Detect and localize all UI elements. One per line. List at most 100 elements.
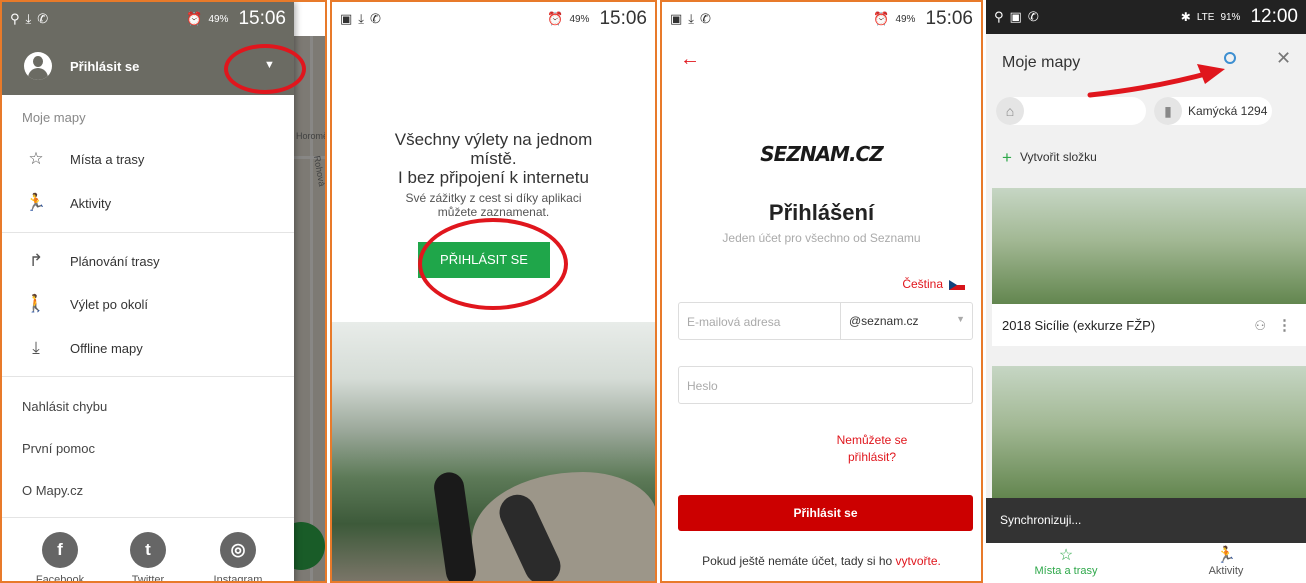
runner-icon: 🏃 (1216, 547, 1236, 564)
call-icon: ✆ (700, 11, 711, 27)
password-field[interactable]: Heslo (678, 366, 973, 404)
menu-item-places[interactable]: ☆ Místa a trasy (2, 137, 294, 181)
chevron-down-icon: ▼ (956, 314, 965, 324)
divider (2, 376, 294, 377)
more-options-icon[interactable]: ⋮ (1277, 316, 1292, 334)
plus-icon: + (1002, 148, 1012, 167)
alarm-icon: ⏰ (547, 11, 564, 27)
group-icon[interactable]: ⚇ (1254, 318, 1266, 334)
highlight-circle (418, 218, 568, 310)
route-icon: ↱ (28, 251, 44, 270)
briefcase-icon: ▮ (1154, 97, 1182, 125)
call-icon: ✆ (370, 11, 381, 27)
home-icon: ⌂ (996, 97, 1024, 125)
scrim[interactable] (290, 36, 325, 581)
nav-places[interactable]: ☆ Místa a trasy (986, 543, 1146, 583)
status-time: 15:06 (238, 8, 286, 29)
download-status-icon: ⤓ (25, 11, 32, 27)
menu-item-activities[interactable]: 🏃 Aktivity (2, 181, 294, 225)
avatar[interactable] (24, 52, 52, 80)
status-time: 12:00 (1250, 6, 1298, 27)
social-label: Twitter (131, 574, 165, 583)
star-icon: ☆ (1058, 547, 1074, 564)
work-chip[interactable]: ▮ Kamýcká 1294 (1154, 97, 1272, 125)
status-bar: ⚲ ⤓ ✆ ⏰ 49% 15:06 (2, 2, 294, 36)
headline-line: Všechny výlety na jednom (394, 130, 593, 149)
menu-item-route-planning[interactable]: ↱ Plánování trasy (2, 239, 294, 283)
divider (2, 232, 294, 233)
menu-item-offline-maps[interactable]: ⤓ Offline mapy (2, 326, 294, 370)
seznam-logo: SEZNAM.CZ (760, 142, 883, 166)
work-address: Kamýcká 1294 (1188, 104, 1268, 118)
first-aid-link[interactable]: První pomoc (22, 441, 95, 456)
menu-item-label: Offline mapy (70, 340, 143, 356)
forgot-line: přihlásit? (847, 450, 897, 464)
create-folder-label: Vytvořit složku (1019, 150, 1097, 165)
create-folder-button[interactable]: + Vytvořit složku (1002, 148, 1097, 168)
menu-item-nearby-trip[interactable]: 🚶 Výlet po okolí (2, 282, 294, 326)
map-card[interactable]: 2018 Sicílie (exkurze FŽP) ⚇ ⋮ (992, 188, 1306, 346)
page-title: Moje mapy (1002, 54, 1081, 71)
forgot-line: Nemůžete se (836, 433, 908, 447)
page-subtitle: Jeden účet pro všechno od Seznamu (722, 231, 921, 245)
card-thumbnail (992, 366, 1306, 498)
about-link[interactable]: O Mapy.cz (22, 483, 83, 498)
register-text: Pokud ještě nemáte účet, tady si ho (702, 554, 893, 568)
report-bug-link[interactable]: Nahlásit chybu (22, 399, 107, 414)
status-bar: ⚲ ▣ ✆ ✱ LTE 91% 12:00 (986, 0, 1306, 34)
domain-value: @seznam.cz (849, 314, 919, 328)
runner-icon: 🏃 (25, 193, 47, 212)
nav-activities[interactable]: 🏃 Aktivity (1146, 543, 1306, 583)
social-label: Facebook (35, 574, 85, 583)
battery-level: 91% (1220, 11, 1241, 23)
login-panel: ▣ ⤓ ✆ ⏰ 49% 15:06 ← SEZNAM.CZ Přihlášení… (660, 0, 983, 583)
menu-panel: Horomě Rohová ⚲ ⤓ ✆ ⏰ 49% 15:06 Přihlási… (0, 0, 327, 583)
alarm-icon: ⏰ (186, 11, 203, 27)
back-arrow-icon[interactable]: ← (680, 48, 700, 71)
instagram-icon: ◎ (220, 532, 256, 568)
twitter-link[interactable]: t Twitter (108, 532, 188, 583)
instagram-link[interactable]: ◎ Instagram (198, 532, 278, 583)
page-title: Přihlášení (768, 200, 875, 225)
headline-line: I bez připojení k internetu (398, 168, 589, 187)
czech-flag-icon (949, 279, 965, 290)
twitter-icon: t (130, 532, 166, 568)
language-selector[interactable]: Čeština (902, 277, 965, 291)
star-icon: ☆ (28, 149, 44, 168)
highlight-circle (224, 44, 306, 94)
social-label: Instagram (213, 574, 263, 583)
section-label: Moje mapy (22, 110, 86, 125)
gallery-icon: ▣ (340, 11, 353, 27)
bluetooth-icon: ✱ (1180, 10, 1191, 24)
subline: můžete zaznamenat. (437, 205, 550, 219)
close-icon[interactable]: ✕ (1276, 48, 1291, 69)
headline-line: místě. (470, 149, 517, 168)
call-icon: ✆ (37, 11, 49, 27)
domain-select[interactable]: @seznam.cz ▼ (840, 302, 973, 340)
alarm-icon: ⏰ (873, 11, 890, 27)
location-icon: ⚲ (994, 9, 1004, 25)
download-status-icon: ⤓ (358, 11, 365, 27)
location-icon: ⚲ (10, 11, 20, 27)
divider (2, 517, 294, 518)
battery-level: 49% (895, 13, 916, 25)
facebook-link[interactable]: f Facebook (20, 532, 100, 583)
snackbar: Synchronizuji... (986, 498, 1306, 543)
submit-button[interactable]: Přihlásit se (678, 495, 973, 531)
menu-item-label: Plánování trasy (70, 253, 160, 269)
battery-level: 49% (208, 13, 229, 25)
login-link[interactable]: Přihlásit se (70, 59, 139, 74)
menu-item-label: Výlet po okolí (70, 296, 149, 312)
register-prompt: Pokud ještě nemáte účet, tady si ho vytv… (662, 554, 981, 568)
subline: Své zážitky z cest si díky aplikaci (405, 191, 582, 205)
battery-level: 49% (569, 13, 590, 25)
download-icon: ⤓ (32, 338, 40, 357)
forgot-password-link[interactable]: Nemůžete se přihlásit? (812, 432, 932, 466)
hiker-icon: 🚶 (25, 294, 47, 313)
register-link[interactable]: vytvořte. (896, 554, 941, 568)
home-chip[interactable]: ⌂ (996, 97, 1146, 125)
bottom-navigation: ☆ Místa a trasy 🏃 Aktivity (986, 543, 1306, 583)
map-card[interactable] (992, 366, 1306, 498)
nav-label: Aktivity (1208, 565, 1244, 577)
gallery-icon: ▣ (1009, 9, 1022, 25)
